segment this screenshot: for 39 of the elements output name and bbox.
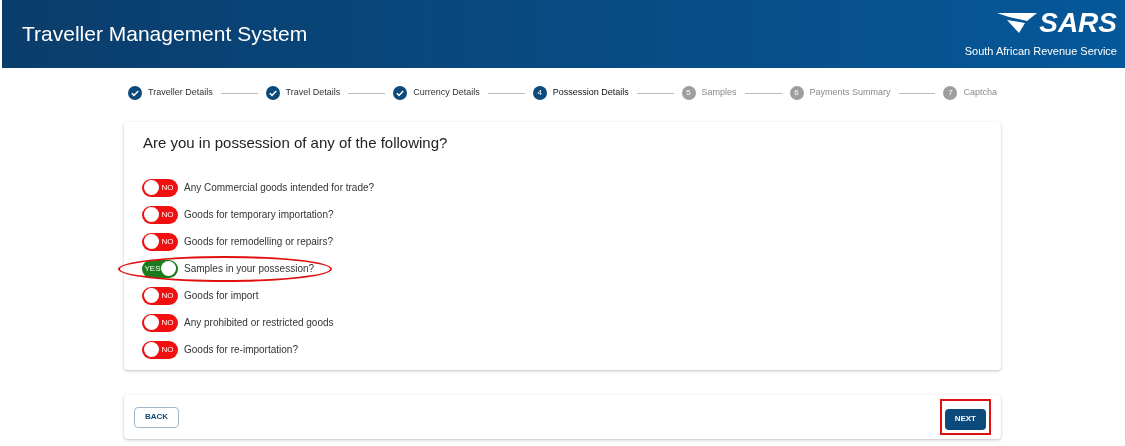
step-number: 4 xyxy=(532,86,547,100)
toggle-text: NO xyxy=(160,210,175,219)
logo-text: SARS xyxy=(1039,8,1117,37)
item-label: Goods for remodelling or repairs? xyxy=(184,235,333,249)
item-label: Any Commercial goods intended for trade? xyxy=(184,181,375,195)
step-number: 6 xyxy=(789,86,804,100)
step-label: Currency Details xyxy=(413,86,480,100)
step-label: Payments Summary xyxy=(809,86,891,100)
next-button[interactable]: NEXT xyxy=(944,408,986,430)
step-label: Captcha xyxy=(963,86,997,100)
logo-subtitle: South African Revenue Service xyxy=(964,43,1117,59)
toggle-text: YES xyxy=(144,264,161,273)
toggle-text: NO xyxy=(160,291,175,300)
step-label: Samples xyxy=(701,86,737,100)
toggle-switch[interactable]: YES xyxy=(142,259,178,278)
item-label: Goods for temporary importation? xyxy=(184,208,334,222)
item-label: Samples in your possession? xyxy=(184,262,315,276)
app-title: Traveller Management System xyxy=(22,21,308,48)
toggle-switch[interactable]: NO xyxy=(142,205,178,224)
wing-logo-icon xyxy=(997,10,1038,35)
item-label: Any prohibited or restricted goods xyxy=(184,316,334,330)
toggle-switch[interactable]: NO xyxy=(142,340,178,359)
toggle-switch[interactable]: NO xyxy=(142,313,178,332)
toggle-switch[interactable]: NO xyxy=(142,286,178,305)
back-button[interactable]: BACK xyxy=(134,406,180,428)
question-title: Are you in possession of any of the following? xyxy=(143,133,449,153)
toggle-text: NO xyxy=(160,183,175,192)
toggle-text: NO xyxy=(160,318,175,327)
item-label: Goods for re-importation? xyxy=(184,343,298,357)
toggle-switch[interactable]: NO xyxy=(142,178,178,197)
step-label: Traveller Details xyxy=(148,86,213,100)
step-number: 5 xyxy=(681,86,696,100)
toggle-text: NO xyxy=(160,237,175,246)
step-number: 7 xyxy=(943,86,958,100)
step-label: Possession Details xyxy=(552,86,629,100)
toggle-text: NO xyxy=(160,345,175,354)
step-label: Travel Details xyxy=(285,86,341,100)
toggle-switch[interactable]: NO xyxy=(142,232,178,251)
item-label: Goods for import xyxy=(184,289,259,303)
